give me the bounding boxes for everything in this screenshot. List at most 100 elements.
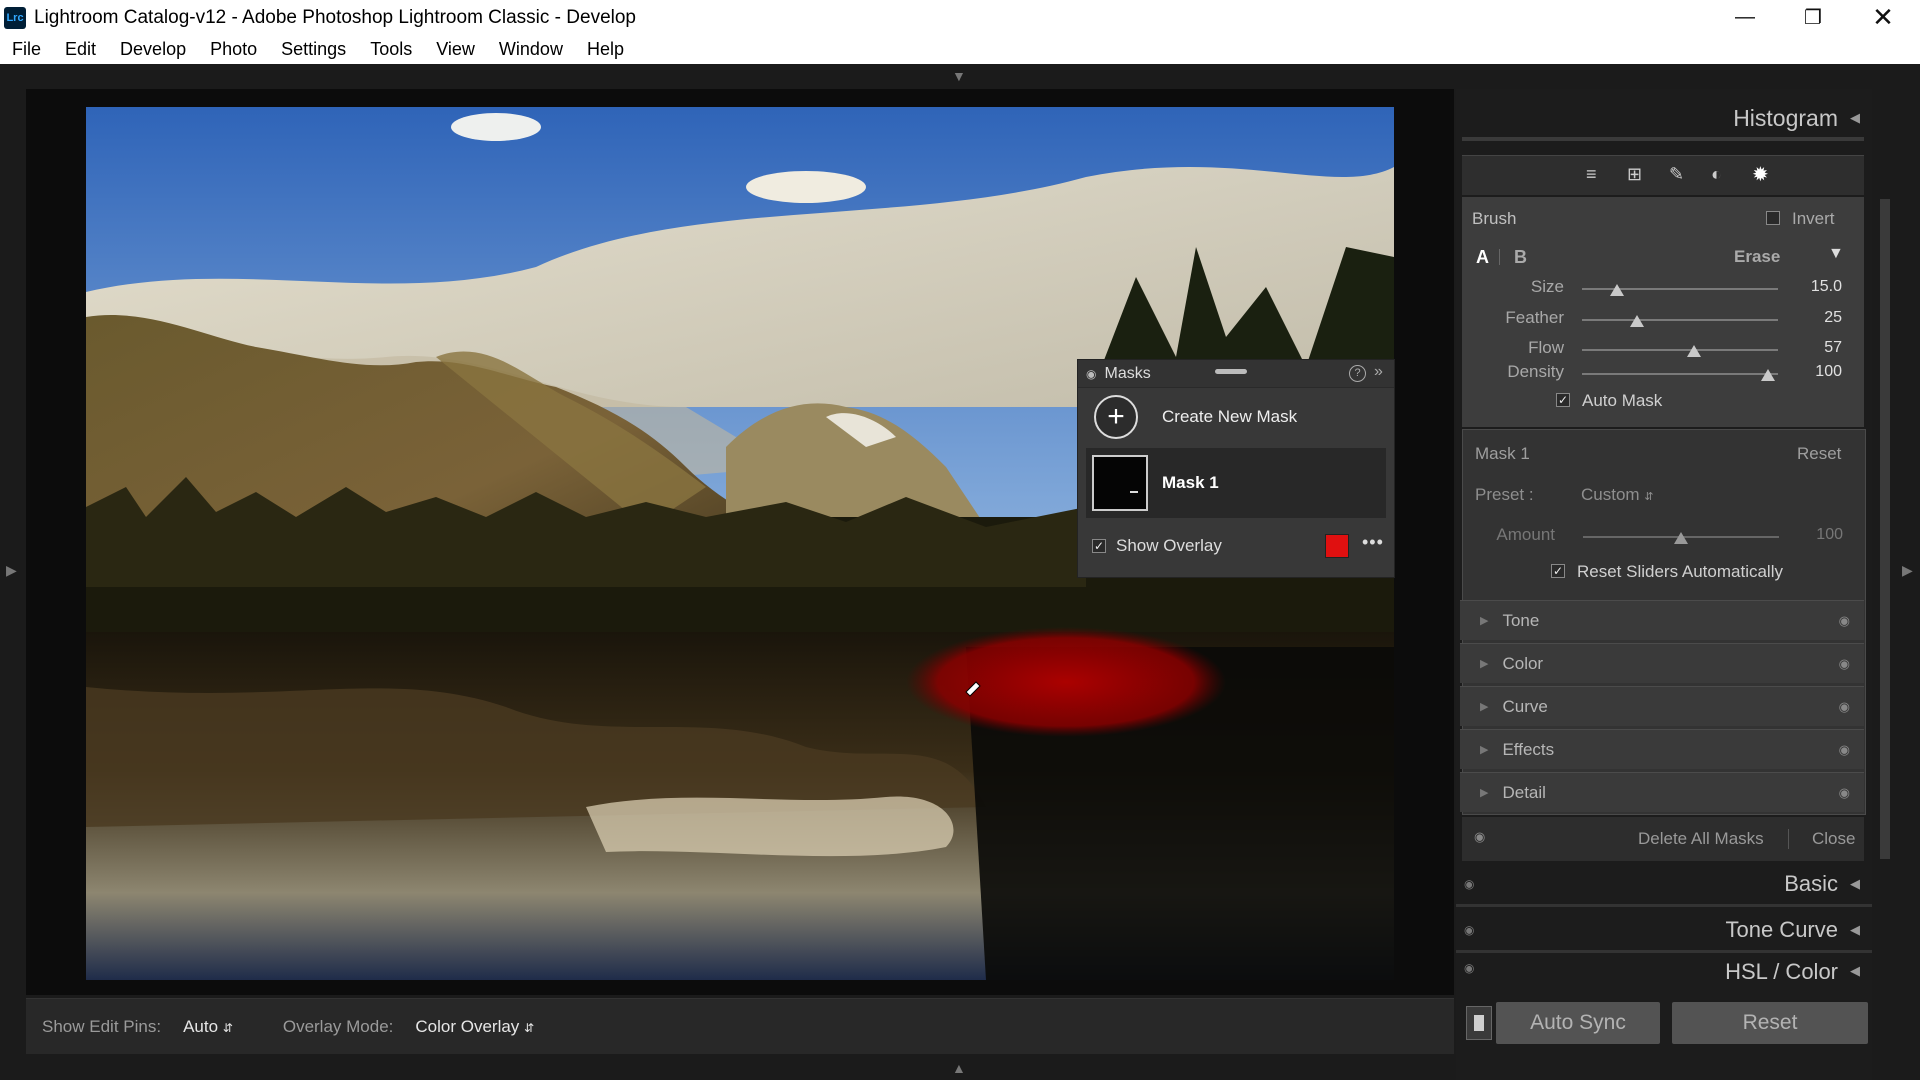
section-curve-label: Curve — [1502, 696, 1548, 716]
healing-brush-icon[interactable]: ✎ — [1669, 164, 1684, 185]
brush-tab-b[interactable]: B — [1514, 247, 1527, 268]
eye-icon[interactable]: ◉ — [1839, 613, 1850, 629]
eye-icon[interactable]: ◉ — [1464, 877, 1474, 891]
density-slider-track[interactable] — [1582, 373, 1778, 375]
section-effects[interactable]: ▶ Effects ◉ — [1460, 729, 1864, 769]
sync-toggle-switch[interactable] — [1466, 1006, 1492, 1040]
drag-handle-icon[interactable] — [1215, 369, 1247, 374]
flow-slider-track[interactable] — [1582, 349, 1778, 351]
panel-hsl-title: HSL / Color — [1725, 959, 1838, 981]
flow-slider-thumb[interactable] — [1686, 345, 1701, 357]
masks-panel-header[interactable]: ◉ Masks ? » — [1078, 360, 1394, 388]
eye-icon[interactable]: ◉ — [1839, 699, 1850, 715]
bottom-panel-toggle-icon[interactable]: ▲ — [952, 1060, 966, 1076]
density-slider-thumb[interactable] — [1761, 369, 1776, 381]
menu-help[interactable]: Help — [575, 39, 636, 60]
panel-tone-curve-header[interactable]: ◉ Tone Curve ◀ — [1456, 909, 1872, 953]
preset-label: Preset : — [1475, 485, 1534, 504]
more-options-icon[interactable]: ••• — [1362, 532, 1384, 553]
section-color[interactable]: ▶ Color ◉ — [1460, 643, 1864, 683]
menu-view[interactable]: View — [424, 39, 487, 60]
amount-slider-thumb[interactable] — [1674, 532, 1688, 544]
expand-triangle-icon: ▶ — [1480, 744, 1489, 756]
eye-icon[interactable]: ◉ — [1839, 742, 1850, 758]
help-icon[interactable]: ? — [1349, 365, 1366, 382]
edit-sliders-icon[interactable]: ≡ — [1586, 164, 1597, 185]
brush-tab-erase[interactable]: Erase — [1734, 247, 1780, 267]
menu-edit[interactable]: Edit — [53, 39, 108, 60]
tool-strip: ≡ ⊞ ✎ ◐ ✹ — [1462, 155, 1864, 195]
right-panel-toggle-icon[interactable]: ▶ — [1902, 562, 1913, 579]
eye-icon[interactable]: ◉ — [1464, 961, 1474, 975]
feather-slider-thumb[interactable] — [1629, 315, 1644, 327]
collapse-icon[interactable]: » — [1374, 363, 1383, 381]
flow-value[interactable]: 57 — [1792, 339, 1842, 357]
show-overlay-checkbox[interactable]: ✓ — [1092, 539, 1106, 553]
overlay-color-swatch[interactable] — [1325, 534, 1349, 558]
section-color-label: Color — [1502, 653, 1544, 673]
overlay-mode-label: Overlay Mode: — [282, 1016, 394, 1036]
preset-value: Custom — [1581, 485, 1640, 504]
menu-file[interactable]: File — [0, 39, 53, 60]
close-masks-button[interactable]: Close — [1812, 829, 1855, 849]
eye-icon[interactable]: ◉ — [1464, 923, 1474, 937]
top-panel-toggle-icon[interactable]: ▼ — [952, 68, 966, 84]
feather-slider-track[interactable] — [1582, 319, 1778, 321]
expand-triangle-icon: ▶ — [1480, 658, 1489, 670]
show-edit-pins-dropdown[interactable]: Auto ⇵ — [183, 1017, 233, 1037]
left-panel-toggle-icon[interactable]: ▶ — [6, 562, 17, 579]
scrollbar[interactable] — [1880, 199, 1890, 859]
size-value[interactable]: 15.0 — [1792, 278, 1842, 296]
invert-checkbox[interactable] — [1766, 211, 1780, 225]
eye-icon[interactable]: ◉ — [1474, 829, 1485, 845]
section-tone[interactable]: ▶ Tone ◉ — [1460, 600, 1864, 640]
eye-icon[interactable]: ◉ — [1839, 785, 1850, 801]
create-new-mask-button[interactable]: + Create New Mask — [1078, 388, 1394, 446]
menu-tools[interactable]: Tools — [358, 39, 424, 60]
expand-triangle-icon: ▶ — [1480, 701, 1489, 713]
eye-icon[interactable]: ◉ — [1839, 656, 1850, 672]
section-curve[interactable]: ▶ Curve ◉ — [1460, 686, 1864, 726]
menu-develop[interactable]: Develop — [108, 39, 198, 60]
eye-icon[interactable]: ◉ — [1086, 367, 1096, 381]
section-detail[interactable]: ▶ Detail ◉ — [1460, 772, 1864, 812]
section-effects-label: Effects — [1502, 739, 1555, 759]
red-eye-icon[interactable]: ◐ — [1711, 164, 1722, 185]
close-icon[interactable]: ✕ — [1848, 0, 1918, 35]
menu-settings[interactable]: Settings — [269, 39, 358, 60]
delete-all-masks-button[interactable]: Delete All Masks — [1638, 829, 1764, 849]
reset-sliders-checkbox[interactable]: ✓ — [1551, 564, 1565, 578]
preset-dropdown[interactable]: Custom ⇵ — [1581, 485, 1654, 505]
auto-mask-checkbox[interactable]: ✓ — [1556, 393, 1570, 407]
minimize-icon[interactable]: — — [1710, 0, 1780, 35]
crop-icon[interactable]: ⊞ — [1627, 164, 1642, 185]
mask-thumbnail — [1092, 455, 1148, 511]
reset-button[interactable]: Reset — [1672, 1002, 1868, 1044]
masking-icon[interactable]: ✹ — [1752, 162, 1769, 187]
auto-mask-label: Auto Mask — [1582, 391, 1663, 410]
histogram-header[interactable]: Histogram ◀ — [1456, 93, 1872, 143]
menu-photo[interactable]: Photo — [198, 39, 269, 60]
size-slider-thumb[interactable] — [1610, 284, 1625, 296]
brush-options-triangle-icon[interactable]: ▼ — [1828, 245, 1844, 263]
overlay-mode-dropdown[interactable]: Color Overlay ⇵ — [415, 1017, 534, 1037]
mask-settings-title: Mask 1 — [1475, 444, 1530, 463]
updown-icon: ⇵ — [524, 1020, 535, 1035]
mask-reset-button[interactable]: Reset — [1797, 444, 1841, 464]
amount-value[interactable]: 100 — [1793, 526, 1843, 544]
density-value[interactable]: 100 — [1792, 363, 1842, 381]
show-edit-pins-label: Show Edit Pins: — [42, 1016, 162, 1036]
title-bar: Lrc Lightroom Catalog-v12 - Adobe Photos… — [0, 0, 1920, 35]
mask-list-item[interactable]: Mask 1 — [1086, 448, 1386, 518]
panel-basic-header[interactable]: ◉ Basic ◀ — [1456, 863, 1872, 907]
feather-value[interactable]: 25 — [1792, 309, 1842, 327]
menu-window[interactable]: Window — [487, 39, 575, 60]
brush-panel: Brush Invert A B Erase ▼ Size 15.0 Feath… — [1462, 197, 1864, 427]
restore-icon[interactable]: ❐ — [1778, 0, 1848, 35]
brush-tab-a[interactable]: A — [1476, 247, 1489, 268]
updown-icon: ⇵ — [1644, 491, 1654, 503]
panel-hsl-header[interactable]: ◉ HSL / Color ◀ — [1456, 955, 1872, 981]
flow-label: Flow — [1528, 338, 1564, 357]
show-overlay-label: Show Overlay — [1116, 536, 1222, 555]
auto-sync-button[interactable]: Auto Sync — [1496, 1002, 1660, 1044]
